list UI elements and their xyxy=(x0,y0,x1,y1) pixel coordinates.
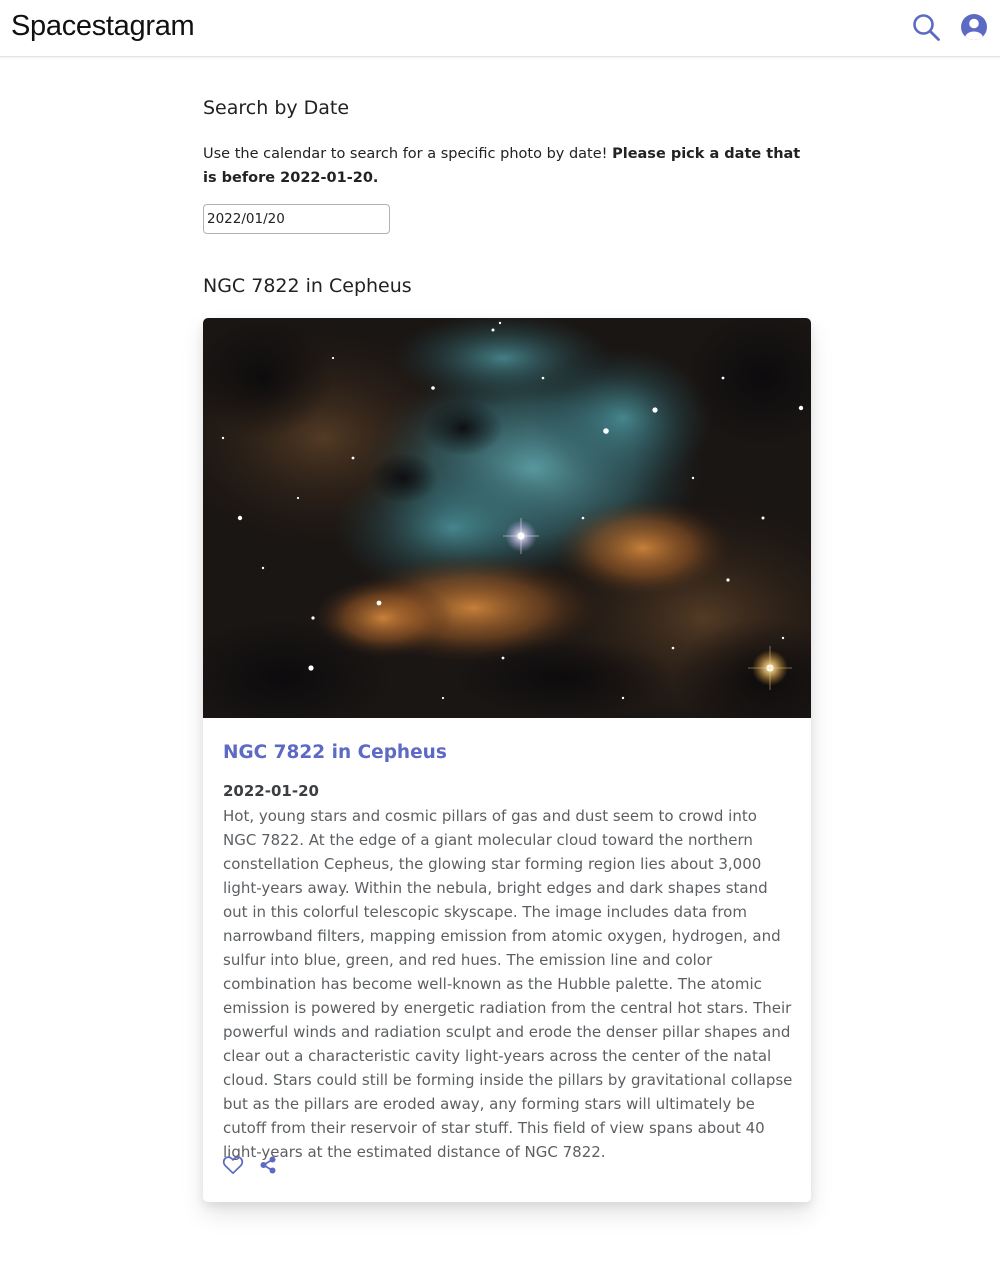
instructions-text: Use the calendar to search for a specifi… xyxy=(203,146,613,162)
photo-card: NGC 7822 in Cepheus 2022-01-20 Hot, youn… xyxy=(203,318,811,1202)
share-icon[interactable] xyxy=(259,1154,277,1176)
photo-title-link[interactable]: NGC 7822 in Cepheus xyxy=(223,742,447,763)
date-picker-input[interactable] xyxy=(203,204,390,234)
search-instructions: Use the calendar to search for a specifi… xyxy=(203,142,803,190)
search-heading: Search by Date xyxy=(203,97,350,119)
search-icon[interactable] xyxy=(911,12,941,42)
photo-date: 2022-01-20 xyxy=(223,782,319,800)
top-bar: Spacestagram xyxy=(0,0,1000,57)
heart-outline-icon[interactable] xyxy=(222,1154,244,1176)
result-heading: NGC 7822 in Cepheus xyxy=(203,275,412,297)
photo-description: Hot, young stars and cosmic pillars of g… xyxy=(223,807,793,1161)
app-brand[interactable]: Spacestagram xyxy=(11,10,195,43)
user-circle-icon[interactable] xyxy=(960,13,988,41)
nebula-photo xyxy=(203,318,811,718)
